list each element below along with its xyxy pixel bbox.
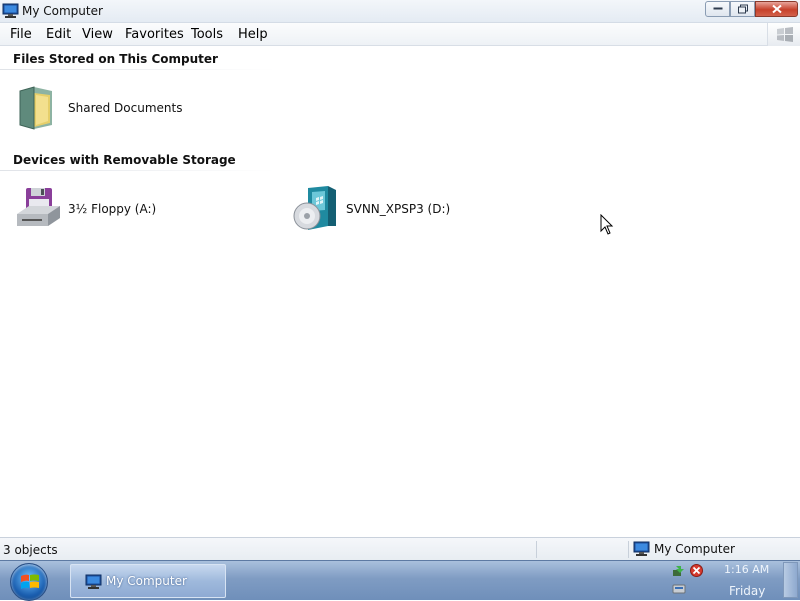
window-controls — [705, 1, 798, 18]
item-cd-drive[interactable]: SVNN_XPSP3 (D:) — [292, 184, 450, 234]
windows-flag-icon — [777, 27, 793, 42]
status-zone: My Computer — [633, 541, 735, 556]
computer-icon — [2, 3, 19, 18]
floppy-drive-icon — [14, 184, 64, 234]
restore-icon — [737, 4, 748, 14]
menu-file[interactable]: File — [10, 27, 32, 42]
object-count: 3 objects — [3, 543, 58, 557]
folder-icon — [14, 83, 64, 133]
windows-logo — [767, 23, 800, 46]
windows-flag-icon — [21, 574, 39, 589]
status-bar: 3 objects My Computer — [0, 537, 800, 560]
taskbar-button-my-computer[interactable]: My Computer — [70, 564, 226, 598]
menu-view[interactable]: View — [82, 27, 113, 42]
clock-day[interactable]: Friday — [729, 584, 765, 598]
item-label: SVNN_XPSP3 (D:) — [346, 202, 451, 216]
menu-bar: File Edit View Favorites Tools Help — [0, 23, 800, 46]
minimize-icon — [713, 7, 722, 10]
menu-favorites[interactable]: Favorites — [125, 27, 184, 42]
window-title: My Computer — [22, 4, 103, 18]
item-floppy-drive[interactable]: 3½ Floppy (A:) — [14, 184, 156, 234]
group-header-files: Files Stored on This Computer — [13, 52, 218, 66]
title-bar: My Computer — [0, 0, 800, 23]
safely-remove-hardware-icon[interactable] — [672, 582, 687, 595]
menu-edit[interactable]: Edit — [46, 27, 71, 42]
computer-icon — [633, 541, 650, 556]
maximize-button[interactable] — [730, 1, 755, 17]
minimize-button[interactable] — [705, 1, 730, 17]
close-icon — [771, 4, 782, 14]
group-header-removable: Devices with Removable Storage — [13, 153, 236, 167]
group-divider — [0, 170, 275, 171]
status-zone-label: My Computer — [654, 541, 735, 556]
status-separator — [628, 541, 629, 558]
menu-tools[interactable]: Tools — [191, 27, 223, 42]
menu-help[interactable]: Help — [238, 27, 268, 42]
item-shared-documents[interactable]: Shared Documents — [14, 83, 182, 133]
clock-time[interactable]: 1:16 AM — [724, 563, 769, 576]
file-view: Files Stored on This Computer Shared Doc… — [0, 47, 800, 537]
start-button[interactable] — [10, 563, 48, 601]
status-separator — [536, 541, 537, 558]
show-desktop-button[interactable] — [783, 562, 798, 598]
mouse-cursor-icon — [600, 214, 614, 235]
item-label: Shared Documents — [68, 101, 183, 115]
item-label: 3½ Floppy (A:) — [68, 202, 157, 216]
network-icon[interactable] — [672, 565, 687, 578]
cd-drive-icon — [292, 184, 342, 234]
security-alert-icon[interactable] — [690, 564, 703, 577]
computer-icon — [85, 574, 102, 589]
close-button[interactable] — [755, 1, 798, 17]
group-divider — [0, 69, 275, 70]
taskbar-button-label: My Computer — [106, 574, 187, 588]
